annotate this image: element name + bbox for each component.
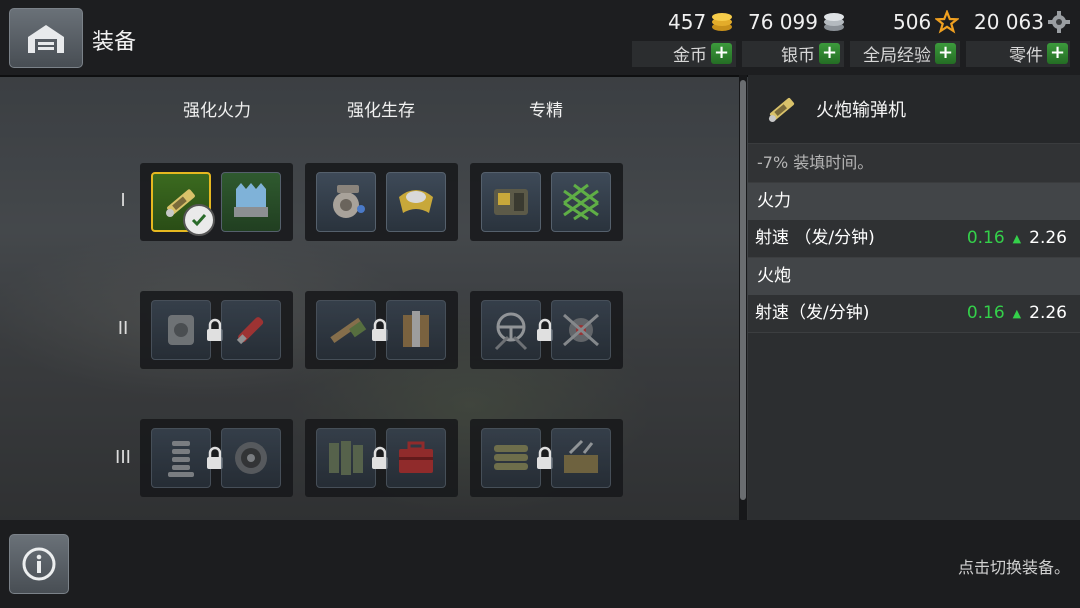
cleaning-rod-icon (330, 317, 367, 344)
page-title: 装备 (92, 30, 137, 55)
check-mark-icon (183, 204, 215, 236)
equipment-slot-ammo-rack[interactable] (221, 172, 281, 232)
equipment-slot-engine-part[interactable] (316, 172, 376, 232)
stat-value: 2.26 (1029, 228, 1067, 248)
stat-row-fire-rate: 射速 （发/分钟) 0.16 ▲ 2.26 (748, 220, 1080, 258)
stat-row-fire-rate: 射速（发/分钟) 0.16 ▲ 2.26 (748, 295, 1080, 333)
plus-icon: + (819, 42, 840, 64)
column-firepower: 强化火力 (183, 101, 251, 121)
engine-part-icon (333, 185, 365, 218)
equipment-group-firepower-3 (140, 419, 293, 497)
detail-description: -7% 装填时间。 (748, 144, 1080, 183)
up-arrow-icon: ▲ (1012, 307, 1022, 320)
equipment-slot-reinforcement[interactable] (316, 428, 376, 488)
detail-header: 火炮输弹机 (748, 75, 1080, 144)
repair-kit-icon (494, 189, 528, 215)
gun-mount-icon (168, 315, 194, 345)
engine-tuning-icon (563, 313, 599, 347)
toolbox-icon (399, 441, 433, 473)
equipment-group-firepower-1 (140, 163, 293, 241)
camo-net-icon (563, 183, 599, 221)
equipment-slot-sandbag[interactable] (481, 428, 541, 488)
switch-equipment-hint: 点击切换装备。 (957, 558, 1070, 577)
column-survivability: 强化生存 (347, 101, 415, 121)
stat-label: 射速（发/分钟) (755, 303, 870, 323)
equipment-slot-steering-wheel[interactable] (481, 300, 541, 360)
equipment-group-special-2 (470, 291, 623, 369)
gear-part-icon (1047, 11, 1070, 33)
shell-icon (236, 317, 264, 345)
garage-home-button[interactable] (9, 8, 83, 68)
equipment-scrollbar[interactable] (739, 75, 747, 520)
plus-icon: + (711, 42, 732, 64)
detail-title: 火炮输弹机 (816, 100, 906, 121)
steering-wheel-icon (494, 312, 528, 351)
equipment-slot-repair-kit[interactable] (481, 172, 541, 232)
equipment-group-survival-1 (305, 163, 458, 241)
stat-section-gun: 火炮 (748, 258, 1080, 295)
equipment-slot-gun-mount[interactable] (151, 300, 211, 360)
equipment-slot-camo-net[interactable] (551, 172, 611, 232)
star-icon (935, 10, 960, 34)
field-repair-icon (564, 439, 598, 473)
tier-label-2: II (117, 318, 129, 339)
stat-label: 射速 （发/分钟) (755, 228, 875, 248)
equipment-slot-cleaning-rod[interactable] (316, 300, 376, 360)
top-bar: 装备 457 金币 + 76 099 银币 + 506 全局经验 + 20 06… (0, 0, 1080, 77)
armor-plate-icon (403, 311, 429, 347)
equipment-slot-spring-coil[interactable] (151, 428, 211, 488)
reinforcement-icon (329, 441, 363, 475)
equipment-slot-protective-gear[interactable] (386, 172, 446, 232)
equipment-slot-turbo[interactable] (221, 428, 281, 488)
info-icon (22, 547, 56, 581)
stat-delta: 0.16 (966, 228, 1005, 248)
equipment-group-survival-3 (305, 419, 458, 497)
ammo-rack-icon (234, 183, 268, 217)
equipment-detail-panel: 火炮输弹机 -7% 装填时间。 火力 射速 （发/分钟) 0.16 ▲ 2.26… (748, 75, 1080, 520)
up-arrow-icon: ▲ (1012, 232, 1022, 245)
hangar-icon (28, 25, 64, 53)
equipment-slot-shell-rammer[interactable] (151, 172, 215, 236)
equipment-slot-toolbox[interactable] (386, 428, 446, 488)
turbo-icon (235, 442, 267, 474)
plus-icon: + (1047, 42, 1068, 64)
equipment-slot-armor-plate[interactable] (386, 300, 446, 360)
equipment-slot-engine-tuning[interactable] (551, 300, 611, 360)
info-button[interactable] (9, 534, 69, 594)
bottom-bar: 点击切换装备。 (0, 520, 1080, 608)
global-xp-amount: 506 (893, 10, 960, 34)
column-specialization: 专精 (529, 101, 563, 121)
equipment-group-special-3 (470, 419, 623, 497)
stat-delta: 0.16 (966, 303, 1005, 323)
protective-gear-icon (399, 190, 433, 213)
gold-amount: 457 (668, 10, 734, 34)
equipment-group-special-1 (470, 163, 623, 241)
buy-gold-button[interactable]: 金币 + (640, 41, 732, 66)
convert-xp-button[interactable]: 全局经验 + (852, 41, 956, 66)
stat-value: 2.26 (1029, 303, 1067, 323)
stat-section-firepower: 火力 (748, 183, 1080, 220)
buy-parts-button[interactable]: 零件 + (972, 41, 1068, 66)
equipment-group-survival-2 (305, 291, 458, 369)
parts-amount: 20 063 (974, 10, 1070, 34)
tier-label-3: III (115, 447, 131, 468)
plus-icon: + (935, 42, 956, 64)
gold-coin-icon (712, 13, 733, 31)
equipment-group-firepower-2 (140, 291, 293, 369)
sandbag-icon (494, 445, 528, 470)
silver-amount: 76 099 (748, 10, 846, 34)
equipment-slot-shell[interactable] (221, 300, 281, 360)
shell-rammer-icon (768, 97, 795, 123)
silver-coin-icon (823, 13, 844, 31)
buy-silver-button[interactable]: 银币 + (750, 41, 840, 66)
scrollbar-thumb[interactable] (740, 80, 746, 500)
tier-label-1: I (120, 190, 126, 211)
equipment-slot-field-repair[interactable] (551, 428, 611, 488)
spring-coil-icon (168, 441, 194, 477)
